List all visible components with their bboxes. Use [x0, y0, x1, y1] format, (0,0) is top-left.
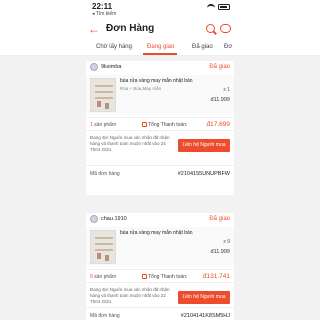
total-value: đ17.699	[206, 121, 231, 128]
avatar	[90, 63, 98, 71]
total-value: đ131.741	[202, 273, 230, 280]
order-card: chau.1910 Đã giao bùa rửa vàng may mắn n…	[86, 213, 234, 320]
order-code-row: Mã đơn hàng #2104155UNUPBFW	[86, 165, 234, 181]
search-icon[interactable]	[206, 24, 215, 33]
shop-name: 9ksimba	[101, 64, 122, 70]
status-badge: Đã giao	[209, 216, 230, 222]
order-info-text: Đang đợi Người mua xác nhận đã nhận hàng…	[90, 287, 170, 304]
order-card: 9ksimba Đã giao bùa rửa vàng may mắn nhậ…	[86, 61, 234, 195]
product-price: đ11.999	[210, 249, 230, 255]
avatar	[90, 215, 98, 223]
battery-icon	[218, 4, 230, 10]
shop-name: chau.1910	[101, 216, 127, 222]
product-price: đ11.999	[210, 97, 230, 103]
product-thumbnail	[90, 78, 116, 112]
item-count-label: sản phẩm	[94, 122, 117, 128]
order-summary: 9 sản phẩm Tổng Thanh toán: đ131.741	[86, 269, 234, 283]
app-header: ← Đơn Hàng	[0, 20, 320, 40]
product-name: bùa rửa vàng may mắn nhật bản	[120, 78, 193, 84]
order-code-value: #2104141K8SM5HJ	[180, 313, 230, 319]
product-quantity: x 1	[223, 87, 230, 93]
active-tab-indicator	[143, 53, 177, 55]
item-count: 1 sản phẩm	[90, 122, 116, 128]
status-icons	[207, 4, 230, 10]
order-summary: 1 sản phẩm Tổng Thanh toán: đ17.699	[86, 117, 234, 131]
product-name: bùa rửa vàng may mắn nhật bản	[120, 230, 193, 236]
status-time: 22:11	[92, 2, 113, 11]
status-badge: Đã giao	[209, 64, 230, 70]
item-count: 9 sản phẩm	[90, 274, 116, 280]
total-label: Tổng Thanh toán:	[148, 274, 188, 280]
tab-dang-giao[interactable]: Đang giao	[147, 44, 174, 50]
product-row[interactable]: bùa rửa vàng may mắn nhật bản Rùa + Bùa,…	[86, 75, 234, 115]
contact-buyer-button[interactable]: Liên hệ Người mua	[178, 139, 230, 152]
product-thumbnail	[90, 230, 116, 264]
item-count-label: sản phẩm	[94, 274, 117, 280]
wifi-icon	[207, 4, 215, 10]
chat-icon[interactable]	[220, 24, 231, 33]
back-to-app-link[interactable]: ◂ Tìm kiếm	[92, 11, 116, 17]
item-count-number: 9	[90, 274, 93, 280]
tab-more[interactable]: Đơ	[224, 44, 232, 50]
back-arrow-icon[interactable]: ←	[88, 22, 100, 36]
order-tabs: Chờ lấy hàng Đang giao Đã giao Đơ	[0, 40, 320, 56]
contact-buyer-button[interactable]: Liên hệ Người mua	[178, 291, 230, 304]
payment-icon	[142, 122, 147, 127]
total-label: Tổng Thanh toán:	[148, 122, 188, 128]
order-code-label: Mã đơn hàng	[90, 313, 120, 319]
order-code-label: Mã đơn hàng	[90, 171, 120, 177]
status-bar: 22:11 ◂ Tìm kiếm	[0, 0, 320, 20]
order-info-text: Đang đợi Người mua xác nhận đã nhận hàng…	[90, 135, 170, 152]
order-code-row: Mã đơn hàng #2104141K8SM5HJ	[86, 307, 234, 320]
page-title: Đơn Hàng	[106, 23, 155, 34]
product-variant: Rùa + Bùa,May mắn	[120, 86, 162, 91]
item-count-number: 1	[90, 122, 93, 128]
tab-da-giao[interactable]: Đã giao	[192, 44, 213, 50]
product-quantity: x 9	[223, 239, 230, 245]
payment-icon	[142, 274, 147, 279]
shop-row[interactable]: chau.1910 Đã giao	[86, 213, 234, 225]
shop-row[interactable]: 9ksimba Đã giao	[86, 61, 234, 73]
product-row[interactable]: bùa rửa vàng may mắn nhật bản x 9 đ11.99…	[86, 227, 234, 267]
order-code-value: #2104155UNUPBFW	[177, 171, 230, 177]
tab-cho-lay-hang[interactable]: Chờ lấy hàng	[96, 44, 132, 50]
